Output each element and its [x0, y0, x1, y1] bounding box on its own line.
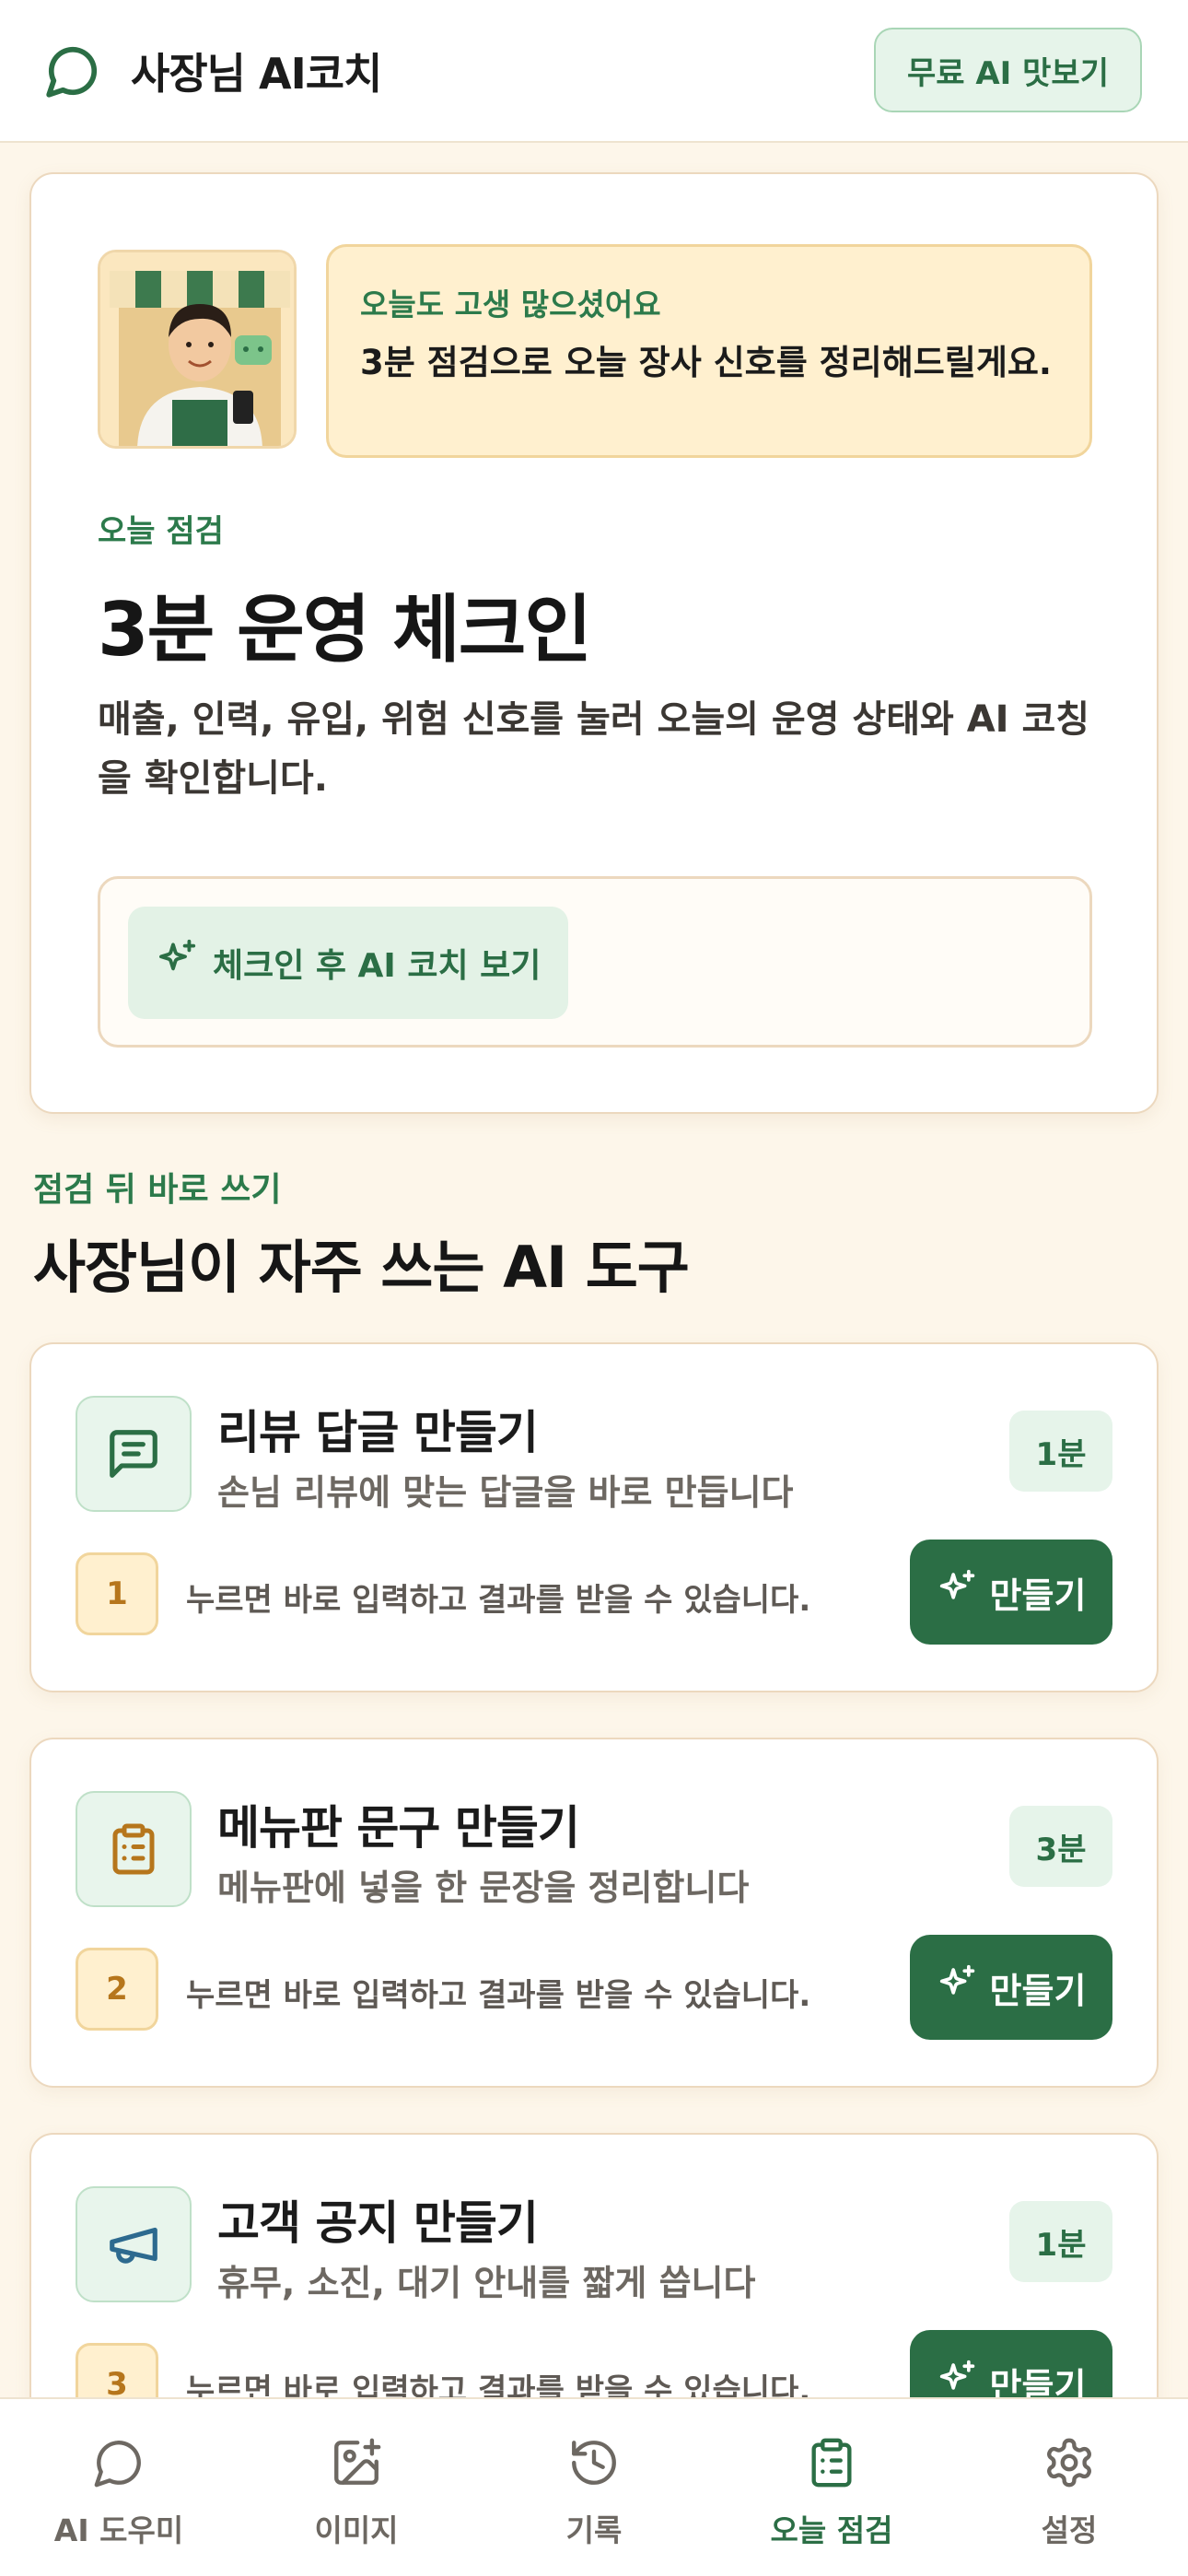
nav-label: 기록 — [565, 2512, 623, 2548]
image-plus-icon — [330, 2436, 383, 2493]
make-button[interactable]: 만들기 — [910, 1540, 1112, 1645]
greeting-title: 오늘도 고생 많으셨어요 — [360, 287, 661, 322]
tool-hint: 누르면 바로 입력하고 결과를 받을 수 있습니다. — [186, 1582, 811, 1619]
make-button[interactable]: 만들기 — [910, 1935, 1112, 2040]
time-badge: 1분 — [1009, 1411, 1112, 1492]
sparkle-icon — [937, 1963, 990, 2012]
make-button-label: 만들기 — [989, 1970, 1087, 2011]
step-number: 1 — [76, 1552, 158, 1635]
tool-description: 손님 리뷰에 맞는 답글을 바로 만듭니다 — [217, 1472, 794, 1513]
nav-item-ai-helper[interactable]: AI 도우미 — [0, 2399, 238, 2576]
tools-title: 사장님이 자주 쓰는 AI 도구 — [33, 1234, 690, 1301]
time-badge: 1분 — [1009, 2201, 1112, 2282]
sparkle-icon — [937, 1568, 990, 1617]
checkin-eyebrow: 오늘 점검 — [98, 513, 224, 550]
owner-avatar — [98, 250, 297, 449]
tool-name: 리뷰 답글 만들기 — [217, 1406, 539, 1459]
greeting-message: 3분 점검으로 오늘 장사 신호를 정리해드릴게요. — [360, 343, 1052, 382]
gear-icon — [1042, 2436, 1096, 2493]
tool-description: 메뉴판에 넣을 한 문장을 정리합니다 — [217, 1868, 750, 1908]
tool-name: 고객 공지 만들기 — [217, 2196, 539, 2250]
tool-card-review-reply[interactable]: 리뷰 답글 만들기 손님 리뷰에 맞는 답글을 바로 만듭니다 1분 1 누르면… — [29, 1342, 1159, 1692]
clipboard-icon — [805, 2436, 858, 2493]
nav-item-today-checkin[interactable]: 오늘 점검 — [713, 2399, 950, 2576]
checkin-ai-coach-button[interactable]: 체크인 후 AI 코치 보기 — [128, 907, 569, 1019]
app-header: 사장님 AI코치 무료 AI 맛보기 — [0, 0, 1188, 143]
tool-card-menu-copy[interactable]: 메뉴판 문구 만들기 메뉴판에 넣을 한 문장을 정리합니다 3분 2 누르면 … — [29, 1738, 1159, 2088]
step-number: 2 — [76, 1948, 158, 2031]
sparkle-icon — [156, 938, 213, 989]
megaphone-icon — [76, 2186, 192, 2302]
clipboard-icon — [76, 1791, 192, 1907]
app-title: 사장님 AI코치 — [131, 48, 382, 99]
checkin-title: 3분 운영 체크인 — [98, 587, 592, 673]
message-icon — [76, 1396, 192, 1512]
nav-item-history[interactable]: 기록 — [475, 2399, 713, 2576]
today-checkin-card: 오늘도 고생 많으셨어요 3분 점검으로 오늘 장사 신호를 정리해드릴게요. … — [29, 172, 1159, 1114]
tool-hint: 누르면 바로 입력하고 결과를 받을 수 있습니다. — [186, 1977, 811, 2014]
nav-label: 오늘 점검 — [770, 2512, 893, 2548]
bottom-navigation: AI 도우미 이미지 기록 오늘 점검 설정 — [0, 2397, 1188, 2576]
free-ai-trial-button[interactable]: 무료 AI 맛보기 — [873, 28, 1142, 112]
tool-name: 메뉴판 문구 만들기 — [217, 1801, 580, 1855]
tools-eyebrow: 점검 뒤 바로 쓰기 — [33, 1171, 282, 1209]
nav-label: AI 도우미 — [53, 2512, 184, 2548]
tool-description: 휴무, 소진, 대기 안내를 짧게 씁니다 — [217, 2263, 756, 2303]
chat-bubble-logo-icon — [44, 42, 101, 100]
make-button-label: 만들기 — [989, 1575, 1087, 1616]
nav-label: 설정 — [1041, 2512, 1098, 2548]
chat-icon — [92, 2436, 146, 2493]
checkin-ai-coach-label: 체크인 후 AI 코치 보기 — [213, 947, 542, 985]
history-icon — [567, 2436, 621, 2493]
greeting-bubble: 오늘도 고생 많으셨어요 3분 점검으로 오늘 장사 신호를 정리해드릴게요. — [326, 244, 1092, 458]
nav-item-image[interactable]: 이미지 — [238, 2399, 475, 2576]
nav-item-settings[interactable]: 설정 — [950, 2399, 1188, 2576]
checkin-cta-container: 체크인 후 AI 코치 보기 — [98, 876, 1092, 1048]
nav-label: 이미지 — [314, 2512, 399, 2548]
checkin-description: 매출, 인력, 유입, 위험 신호를 눌러 오늘의 운영 상태와 AI 코칭을 … — [98, 698, 1090, 800]
time-badge: 3분 — [1009, 1806, 1112, 1887]
